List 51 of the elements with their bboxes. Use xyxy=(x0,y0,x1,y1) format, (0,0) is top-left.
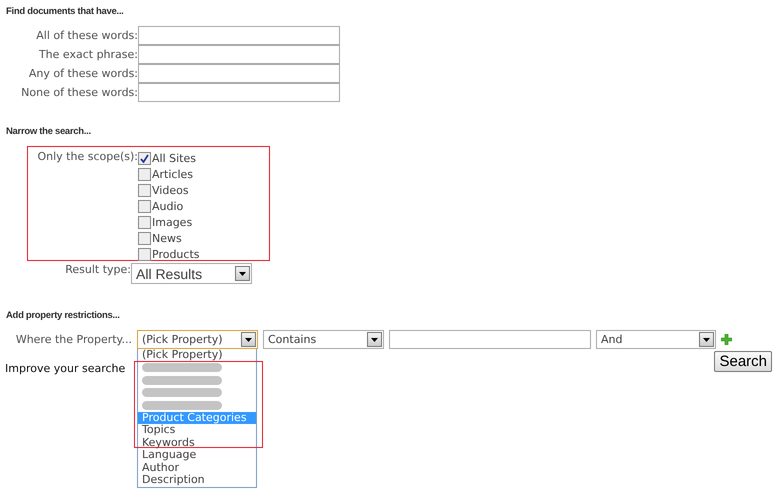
checkmark-icon xyxy=(140,154,149,162)
dropdown-option[interactable]: Topics xyxy=(138,424,256,436)
value-input-field[interactable] xyxy=(389,330,591,349)
section-heading: Narrow the search... xyxy=(6,126,92,139)
combiner-select[interactable]: And xyxy=(596,330,716,349)
property-select[interactable]: (Pick Property) xyxy=(137,330,258,349)
input-field[interactable] xyxy=(138,26,340,45)
checkbox-label: Articles xyxy=(152,168,194,180)
checkbox-label: Videos xyxy=(152,184,189,196)
dropdown-arrow-button[interactable] xyxy=(241,332,256,347)
field-label: Result type: xyxy=(64,263,131,278)
dropdown-arrow-button[interactable] xyxy=(699,332,714,347)
section-heading: Add property restrictions... xyxy=(6,310,121,323)
checkbox-label: Images xyxy=(152,216,192,228)
caret-icon xyxy=(703,338,710,342)
checkbox[interactable] xyxy=(138,232,151,244)
checkbox-label: News xyxy=(152,232,182,244)
checkbox-label: All Sites xyxy=(152,152,196,164)
checkbox-label: Products xyxy=(152,248,200,260)
dropdown-arrow-button[interactable] xyxy=(367,332,382,347)
dropdown-arrow-button[interactable] xyxy=(235,266,250,281)
field-label: Only the scope(s): xyxy=(36,150,138,165)
checkbox[interactable] xyxy=(138,200,151,212)
plus-icon[interactable] xyxy=(721,334,732,345)
input-field[interactable] xyxy=(138,45,340,64)
caret-icon xyxy=(239,272,246,276)
checkbox[interactable] xyxy=(138,184,151,196)
checkbox-label: Audio xyxy=(152,200,184,212)
improve-text: Improve your searche xyxy=(5,362,126,375)
search-button[interactable]: Search xyxy=(714,351,772,372)
input-field[interactable] xyxy=(138,83,340,102)
dropdown-option[interactable]: Keywords xyxy=(138,436,256,449)
caret-icon xyxy=(371,338,378,342)
checkbox[interactable] xyxy=(138,152,151,164)
field-label: Where the Property... xyxy=(14,333,132,346)
input-field[interactable] xyxy=(138,64,340,83)
checkbox[interactable] xyxy=(138,248,151,260)
dropdown-option[interactable]: Author xyxy=(138,462,256,474)
field-label: The exact phrase: xyxy=(38,47,138,63)
caret-icon xyxy=(245,338,252,342)
checkbox[interactable] xyxy=(138,216,151,228)
dropdown-option[interactable]: Language xyxy=(138,449,256,462)
field-label: None of these words: xyxy=(20,85,138,101)
result-type-select[interactable]: All Results xyxy=(131,263,252,284)
section-heading: Find documents that have... xyxy=(6,6,125,19)
field-label: All of these words: xyxy=(35,28,138,44)
dropdown-option[interactable]: (Pick Property) xyxy=(138,349,256,362)
field-label: Any of these words: xyxy=(28,66,138,82)
checkbox[interactable] xyxy=(138,168,151,180)
dropdown-option[interactable]: Description xyxy=(138,474,256,486)
operator-select[interactable]: Contains xyxy=(263,330,384,349)
